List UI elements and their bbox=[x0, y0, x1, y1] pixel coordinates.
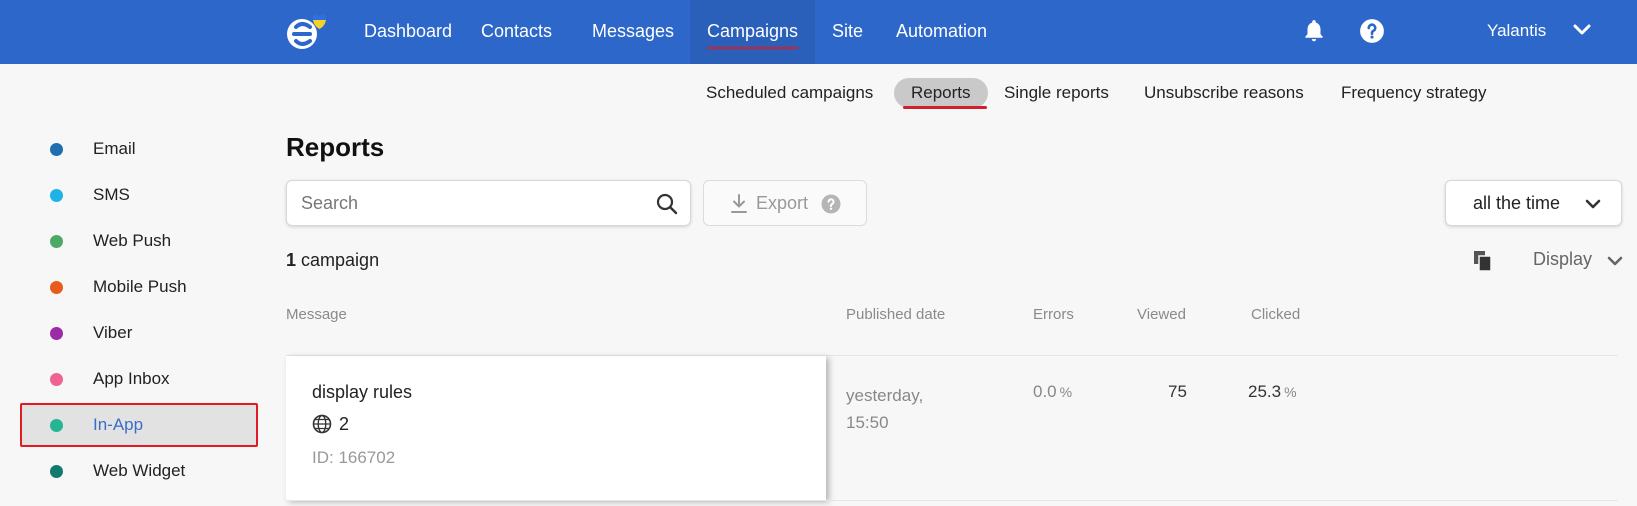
sidebar-item-label: Mobile Push bbox=[93, 277, 187, 296]
chevron-down-icon[interactable] bbox=[1607, 255, 1623, 267]
sidebar-item-sms[interactable]: SMS bbox=[20, 173, 258, 217]
nav-messages-label: Messages bbox=[592, 21, 675, 41]
sidebar-item-label: App Inbox bbox=[93, 369, 170, 388]
errors-number: 0.0 bbox=[1033, 382, 1057, 401]
esputnik-logo-icon[interactable] bbox=[286, 12, 326, 52]
nav-active-underline bbox=[707, 47, 799, 49]
channel-dot-icon bbox=[50, 281, 63, 294]
display-toggle[interactable]: Display bbox=[1533, 249, 1592, 270]
nav-campaigns-label: Campaigns bbox=[707, 21, 799, 41]
published-date: yesterday, 15:50 bbox=[846, 382, 946, 436]
channel-dot-icon bbox=[50, 235, 63, 248]
clicked-unit: % bbox=[1284, 384, 1297, 400]
sidebar-item-label: In-App bbox=[93, 415, 144, 434]
errors-unit: % bbox=[1059, 384, 1073, 400]
help-icon[interactable] bbox=[821, 194, 841, 214]
sidebar-item-web-push[interactable]: Web Push bbox=[20, 219, 258, 263]
channel-dot-icon bbox=[50, 327, 63, 340]
clicked-value: 25.3% bbox=[1248, 382, 1297, 402]
subnav-unsubscribe-reasons[interactable]: Unsubscribe reasons bbox=[1144, 78, 1304, 108]
nav-automation[interactable]: Automation bbox=[879, 0, 1004, 64]
globe-icon bbox=[312, 414, 332, 434]
message-card[interactable]: display rules 2 ID: 166702 bbox=[286, 356, 826, 500]
search-input[interactable] bbox=[301, 191, 641, 215]
channel-dot-icon bbox=[50, 373, 63, 386]
export-button[interactable]: Export bbox=[703, 180, 867, 226]
channel-dot-icon bbox=[50, 189, 63, 202]
subnav-single-reports[interactable]: Single reports bbox=[1004, 78, 1109, 108]
copy-icon[interactable] bbox=[1473, 250, 1493, 272]
nav-campaigns[interactable]: Campaigns bbox=[690, 0, 816, 64]
campaign-count-label: campaign bbox=[301, 250, 380, 270]
search-icon[interactable] bbox=[656, 193, 678, 215]
sidebar-item-label: Viber bbox=[93, 323, 133, 342]
nav-site-label: Site bbox=[832, 21, 864, 41]
download-icon bbox=[731, 194, 747, 213]
nav-contacts[interactable]: Contacts bbox=[464, 0, 569, 64]
published-date-line1: yesterday, bbox=[846, 386, 924, 405]
period-select[interactable]: all the time bbox=[1445, 180, 1622, 226]
column-header-published-date: Published date bbox=[846, 306, 946, 323]
search-box bbox=[286, 180, 691, 226]
column-header-viewed: Viewed bbox=[1137, 306, 1186, 323]
campaign-count: 1 campaign bbox=[286, 250, 379, 271]
message-name: display rules bbox=[312, 382, 413, 402]
period-label: all the time bbox=[1473, 193, 1561, 213]
chevron-down-icon[interactable] bbox=[1573, 23, 1591, 37]
nav-dashboard[interactable]: Dashboard bbox=[347, 0, 469, 64]
subnav-reports[interactable]: Reports bbox=[894, 78, 988, 108]
message-site-count: 2 bbox=[339, 414, 350, 434]
sidebar-item-web-widget[interactable]: Web Widget bbox=[20, 449, 258, 493]
page-title: Reports bbox=[286, 132, 385, 162]
channel-dot-icon bbox=[50, 419, 63, 432]
sidebar-item-label: Email bbox=[93, 139, 136, 158]
top-navigation-bar: Dashboard Contacts Messages Campaigns Si… bbox=[0, 0, 1637, 64]
sidebar-item-app-inbox[interactable]: App Inbox bbox=[20, 357, 258, 401]
viewed-value: 75 bbox=[1168, 382, 1187, 401]
message-id: ID: 166702 bbox=[312, 448, 396, 467]
column-header-clicked: Clicked bbox=[1251, 306, 1301, 323]
help-icon[interactable] bbox=[1359, 18, 1385, 44]
sidebar-item-label: SMS bbox=[93, 185, 130, 204]
channel-dot-icon bbox=[50, 465, 63, 478]
sidebar-item-in-app[interactable]: In-App bbox=[20, 403, 258, 447]
published-date-line2: 15:50 bbox=[846, 413, 889, 432]
sidebar-item-email[interactable]: Email bbox=[20, 127, 258, 171]
table-divider bbox=[286, 500, 1618, 501]
column-header-message: Message bbox=[286, 306, 347, 323]
bell-icon[interactable] bbox=[1301, 18, 1327, 44]
nav-contacts-label: Contacts bbox=[481, 21, 553, 41]
nav-site[interactable]: Site bbox=[815, 0, 880, 64]
sidebar-item-label: Web Widget bbox=[93, 461, 186, 480]
sidebar-item-mobile-push[interactable]: Mobile Push bbox=[20, 265, 258, 309]
user-name: Yalantis bbox=[1487, 21, 1547, 40]
sidebar-item-label: Web Push bbox=[93, 231, 172, 250]
campaign-count-number: 1 bbox=[286, 250, 297, 270]
user-menu[interactable]: Yalantis bbox=[1487, 0, 1546, 64]
nav-messages[interactable]: Messages bbox=[575, 0, 691, 64]
subnav-active-underline bbox=[903, 106, 987, 109]
subnav-frequency-strategy[interactable]: Frequency strategy bbox=[1341, 78, 1487, 108]
column-header-errors: Errors bbox=[1033, 306, 1074, 323]
sidebar-item-viber[interactable]: Viber bbox=[20, 311, 258, 355]
errors-value: 0.0% bbox=[1033, 382, 1072, 402]
clicked-number: 25.3 bbox=[1248, 382, 1282, 401]
display-label: Display bbox=[1533, 249, 1593, 269]
nav-automation-label: Automation bbox=[896, 21, 988, 41]
chevron-down-icon bbox=[1585, 199, 1601, 209]
nav-dashboard-label: Dashboard bbox=[364, 21, 453, 41]
channel-dot-icon bbox=[50, 143, 63, 156]
subnav-scheduled-campaigns[interactable]: Scheduled campaigns bbox=[706, 78, 873, 108]
export-label: Export bbox=[756, 193, 809, 213]
